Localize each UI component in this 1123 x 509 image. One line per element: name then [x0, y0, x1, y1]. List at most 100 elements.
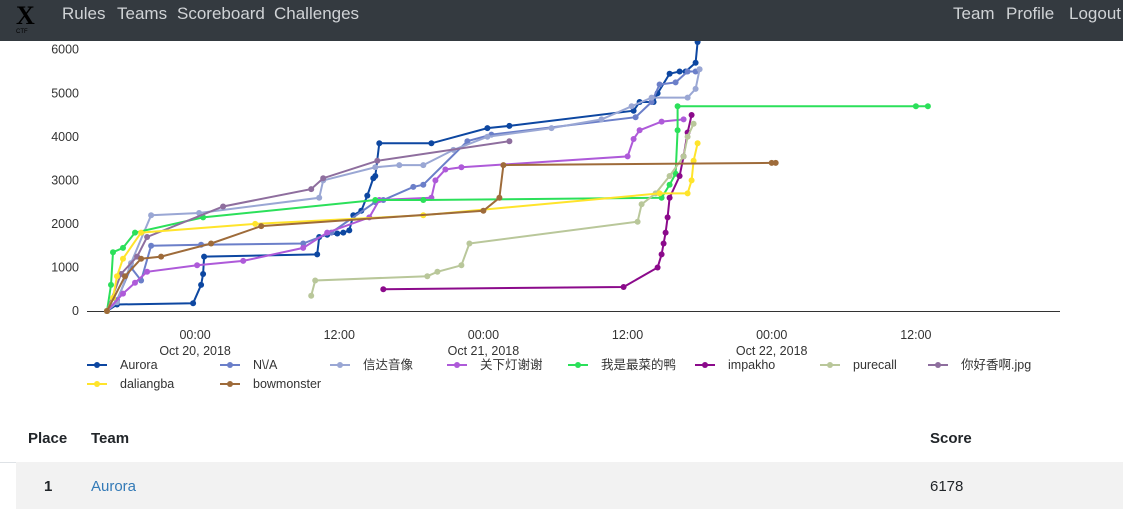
data-point[interactable]	[674, 127, 681, 134]
data-point[interactable]	[376, 140, 383, 147]
data-point[interactable]	[772, 159, 779, 166]
data-point[interactable]	[334, 230, 341, 237]
data-point[interactable]	[120, 290, 126, 297]
data-point[interactable]	[364, 192, 371, 199]
legend-item[interactable]: bowmonster	[220, 377, 321, 391]
legend-item[interactable]: 信达音像	[330, 357, 414, 372]
data-point[interactable]	[110, 249, 116, 256]
data-point[interactable]	[148, 242, 155, 249]
row-team-link[interactable]: Aurora	[91, 478, 136, 495]
legend-item[interactable]: Aurora	[87, 358, 158, 372]
data-point[interactable]	[200, 271, 207, 277]
data-point[interactable]	[300, 244, 307, 251]
data-point[interactable]	[484, 133, 491, 140]
data-point[interactable]	[420, 181, 427, 188]
legend-item[interactable]: 我是最菜的鸭	[568, 357, 676, 372]
data-point[interactable]	[458, 262, 465, 269]
data-point[interactable]	[496, 194, 503, 201]
data-point[interactable]	[692, 59, 699, 66]
data-point[interactable]	[122, 273, 128, 280]
data-point[interactable]	[132, 279, 138, 286]
data-point[interactable]	[912, 103, 919, 110]
data-point[interactable]	[676, 68, 683, 75]
data-point[interactable]	[346, 227, 353, 234]
data-point[interactable]	[688, 177, 695, 184]
data-point[interactable]	[684, 133, 691, 140]
data-point[interactable]	[500, 162, 507, 169]
data-point[interactable]	[658, 118, 665, 125]
data-point[interactable]	[138, 255, 145, 262]
data-point[interactable]	[372, 197, 379, 203]
data-point[interactable]	[620, 284, 627, 290]
data-point[interactable]	[308, 186, 315, 193]
data-point[interactable]	[320, 175, 327, 182]
data-point[interactable]	[314, 251, 321, 258]
data-point[interactable]	[696, 66, 703, 73]
legend-item[interactable]: impakho	[695, 358, 775, 372]
data-point[interactable]	[690, 120, 697, 127]
data-point[interactable]	[120, 255, 126, 262]
data-point[interactable]	[258, 223, 265, 230]
nav-challenges[interactable]: Challenges	[274, 4, 359, 24]
data-point[interactable]	[638, 201, 645, 208]
data-point[interactable]	[312, 277, 319, 284]
data-point[interactable]	[684, 190, 691, 197]
data-point[interactable]	[324, 229, 331, 236]
nav-rules[interactable]: Rules	[62, 4, 105, 24]
data-point[interactable]	[424, 273, 431, 280]
data-point[interactable]	[432, 177, 439, 184]
data-point[interactable]	[656, 190, 663, 197]
data-point[interactable]	[648, 94, 655, 101]
data-point[interactable]	[138, 229, 145, 236]
data-point[interactable]	[340, 229, 347, 236]
data-point[interactable]	[434, 268, 441, 275]
nav-profile[interactable]: Profile	[1006, 4, 1054, 24]
data-point[interactable]	[666, 70, 673, 77]
data-point[interactable]	[924, 103, 931, 110]
data-point[interactable]	[372, 164, 379, 171]
data-point[interactable]	[148, 212, 155, 219]
data-point[interactable]	[372, 173, 379, 179]
data-point[interactable]	[114, 273, 120, 280]
data-point[interactable]	[132, 229, 138, 236]
data-point[interactable]	[656, 81, 663, 88]
data-point[interactable]	[630, 136, 637, 142]
data-point[interactable]	[660, 240, 667, 247]
data-point[interactable]	[458, 164, 465, 171]
data-point[interactable]	[666, 181, 673, 188]
data-point[interactable]	[201, 253, 208, 260]
data-point[interactable]	[548, 125, 555, 132]
data-point[interactable]	[688, 112, 695, 118]
data-point[interactable]	[692, 85, 699, 92]
data-point[interactable]	[484, 125, 491, 132]
data-point[interactable]	[144, 268, 151, 275]
data-point[interactable]	[676, 173, 683, 179]
data-point[interactable]	[240, 257, 247, 264]
data-point[interactable]	[632, 114, 639, 121]
data-point[interactable]	[694, 41, 701, 45]
data-point[interactable]	[108, 281, 114, 288]
legend-item[interactable]: purecall	[820, 358, 897, 372]
data-point[interactable]	[654, 264, 661, 271]
data-point[interactable]	[190, 300, 197, 307]
data-point[interactable]	[684, 68, 691, 75]
data-point[interactable]	[636, 127, 643, 134]
data-point[interactable]	[506, 122, 513, 129]
nav-logout[interactable]: Logout	[1069, 4, 1121, 24]
data-point[interactable]	[420, 162, 427, 169]
data-point[interactable]	[680, 153, 687, 160]
nav-teams[interactable]: Teams	[117, 4, 167, 24]
data-point[interactable]	[144, 234, 151, 240]
data-point[interactable]	[662, 229, 669, 236]
data-point[interactable]	[666, 194, 673, 201]
data-point[interactable]	[420, 197, 427, 203]
data-point[interactable]	[672, 79, 679, 86]
data-point[interactable]	[308, 292, 315, 299]
data-point[interactable]	[598, 116, 605, 123]
data-point[interactable]	[628, 103, 635, 110]
data-point[interactable]	[666, 173, 673, 179]
data-point[interactable]	[220, 203, 227, 210]
data-point[interactable]	[374, 157, 381, 164]
legend-item[interactable]: 关下灯谢谢	[447, 357, 543, 372]
legend-item[interactable]: 你好香啊.jpg	[928, 358, 1031, 372]
